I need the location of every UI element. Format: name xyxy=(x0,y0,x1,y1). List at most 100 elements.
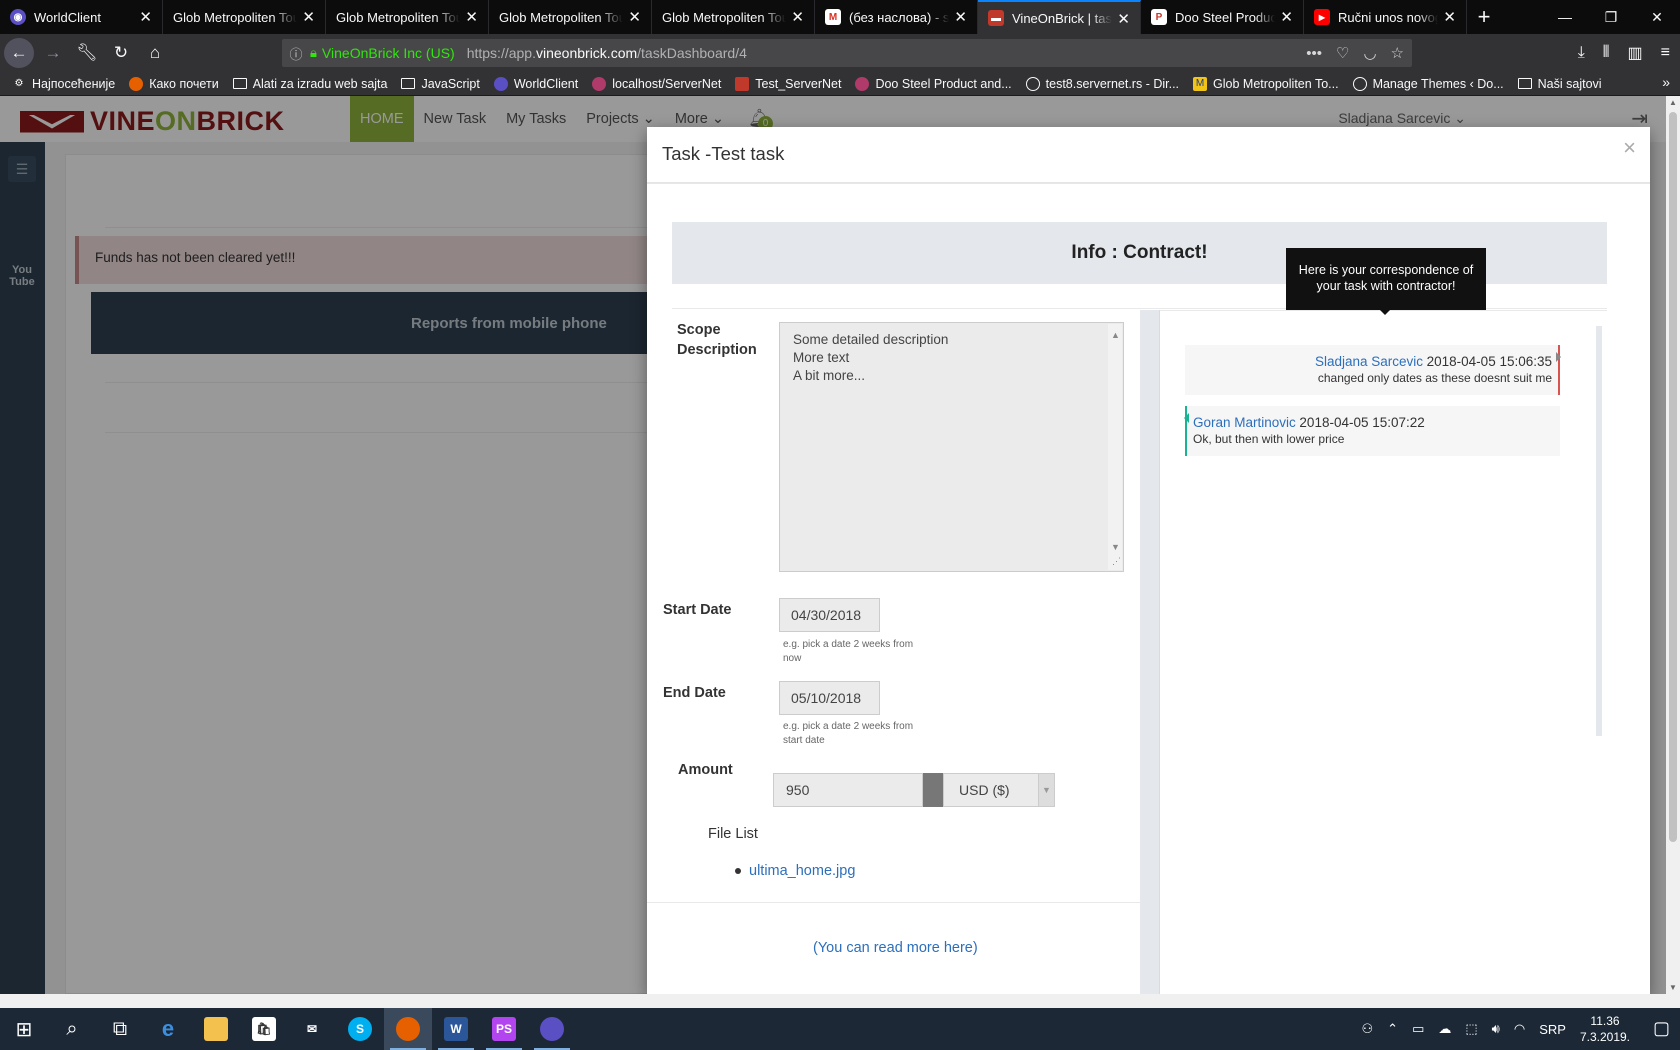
scope-description-textarea[interactable]: Some detailed description More text A bi… xyxy=(779,322,1124,572)
windows-taskbar: ⊞ ⌕ ⧉ e 🛍︎ ✉ S W PS ⚇ ⌃ ▭ ☁ ⬚ 🔊︎ ◠ SRP 1… xyxy=(0,1008,1680,1050)
phpstorm-icon[interactable]: PS xyxy=(480,1008,528,1050)
forward-arrow-icon[interactable]: → xyxy=(36,36,70,70)
restore-icon[interactable]: ❐ xyxy=(1588,0,1634,34)
onedrive-icon[interactable]: ☁ xyxy=(1438,1021,1451,1037)
file-link[interactable]: ultima_home.jpg xyxy=(735,863,855,879)
minimize-icon[interactable]: — xyxy=(1542,0,1588,34)
scrollbar-thumb[interactable] xyxy=(1669,112,1677,842)
bookmark-item[interactable]: Naši sajtovi xyxy=(1517,77,1602,91)
reload-icon[interactable]: ↻ xyxy=(104,36,138,70)
close-tab-icon[interactable]: ✕ xyxy=(628,8,641,26)
firefox-icon[interactable] xyxy=(384,1008,432,1050)
close-tab-icon[interactable]: ✕ xyxy=(1280,8,1293,26)
people-icon[interactable]: ⚇ xyxy=(1362,1021,1374,1037)
resize-grip-icon[interactable]: ⋰ xyxy=(1112,552,1121,570)
browser-nav-bar: ← → 🔧︎ ↻ ⌂ ⓘ 🔒︎ VineOnBrick Inc (US) htt… xyxy=(0,34,1680,72)
correspondence-scrollbar[interactable] xyxy=(1596,326,1602,736)
skype-icon[interactable]: S xyxy=(336,1008,384,1050)
back-arrow-icon[interactable]: ← xyxy=(4,38,34,68)
clock[interactable]: 11.36 7.3.2019. xyxy=(1580,1013,1630,1045)
windows-start-icon[interactable]: ⊞ xyxy=(0,1008,48,1050)
info-icon[interactable]: ⓘ xyxy=(282,44,310,63)
close-tab-icon[interactable]: ✕ xyxy=(139,8,152,26)
browser-tab[interactable]: M (без наслова) - sladjana ✕ xyxy=(815,0,978,34)
bookmark-item[interactable]: Како почети xyxy=(129,76,219,91)
browser-tab[interactable]: Glob Metropoliten Tours ✕ xyxy=(652,0,815,34)
steel-icon: P xyxy=(1151,9,1167,25)
wifi-icon[interactable]: ◠ xyxy=(1514,1021,1525,1037)
bookmark-item[interactable]: M Glob Metropoliten To... xyxy=(1193,76,1339,91)
browser-tab[interactable]: P Doo Steel Product and ✕ xyxy=(1141,0,1304,34)
close-tab-icon[interactable]: ✕ xyxy=(954,8,967,26)
sidebar-toggle-icon[interactable]: ▥ xyxy=(1628,43,1643,63)
bookmark-item[interactable]: JavaScript xyxy=(401,77,480,91)
bookmark-item[interactable]: Manage Themes ‹ Do... xyxy=(1352,76,1504,91)
file-explorer-icon[interactable] xyxy=(192,1008,240,1050)
folder-icon xyxy=(232,78,247,89)
action-center-icon[interactable]: ▢ xyxy=(1653,1018,1670,1039)
bookmark-star-icon[interactable]: ☆ xyxy=(1391,44,1404,62)
chevron-up-icon[interactable]: ▲ xyxy=(1111,326,1120,344)
currency-select[interactable]: USD ($) ▼ xyxy=(943,773,1055,807)
bookmarks-overflow-icon[interactable]: » xyxy=(1662,74,1670,90)
file-list-label: File List xyxy=(708,826,758,842)
bookmark-item[interactable]: ⚙ Најпосећеније xyxy=(12,77,116,91)
bookmark-item[interactable]: Doo Steel Product and... xyxy=(855,76,1012,91)
message-author[interactable]: Goran Martinovic xyxy=(1193,415,1296,430)
language-indicator[interactable]: SRP xyxy=(1539,1022,1566,1037)
tab-label: Glob Metropoliten Tours xyxy=(336,9,460,25)
bookmark-item[interactable]: localhost/ServerNet xyxy=(592,76,721,91)
battery-icon[interactable]: ▭ xyxy=(1412,1021,1424,1037)
bookmark-item[interactable]: Test_ServerNet xyxy=(735,76,841,91)
bookmark-item[interactable]: WorldClient xyxy=(493,76,578,91)
pocket-icon[interactable]: ◡ xyxy=(1363,44,1376,62)
chevron-up-icon[interactable]: ⌃ xyxy=(1387,1021,1398,1037)
browser-tab[interactable]: Glob Metropoliten Tours ✕ xyxy=(489,0,652,34)
read-more-link[interactable]: (You can read more here) xyxy=(813,940,978,956)
home-icon[interactable]: ⌂ xyxy=(138,36,172,70)
more-actions-icon[interactable]: ••• xyxy=(1306,45,1322,62)
amount-separator xyxy=(923,773,943,807)
browser-tab-active[interactable]: ▬ VineOnBrick | taskDashboard ✕ xyxy=(978,0,1141,34)
browser-tab[interactable]: ▶ Ručni unos novog ✕ xyxy=(1304,0,1467,34)
start-date-input[interactable]: 04/30/2018 xyxy=(779,598,880,632)
bookmark-item[interactable]: test8.servernet.rs - Dir... xyxy=(1025,76,1179,91)
edge-icon[interactable]: e xyxy=(144,1008,192,1050)
network-icon[interactable]: ⬚ xyxy=(1465,1021,1477,1037)
page-horizontal-scrollbar[interactable] xyxy=(0,994,1680,1008)
scroll-up-icon[interactable]: ▲ xyxy=(1669,98,1677,107)
folder-icon xyxy=(1517,78,1532,89)
close-tab-icon[interactable]: ✕ xyxy=(465,8,478,26)
close-window-icon[interactable]: ✕ xyxy=(1634,0,1680,34)
close-modal-button[interactable]: × xyxy=(1623,135,1636,161)
word-icon[interactable]: W xyxy=(432,1008,480,1050)
download-icon[interactable]: ⤓ xyxy=(1578,44,1585,62)
close-tab-icon[interactable]: ✕ xyxy=(302,8,315,26)
end-date-input[interactable]: 05/10/2018 xyxy=(779,681,880,715)
task-view-icon[interactable]: ⧉ xyxy=(96,1008,144,1050)
store-icon[interactable]: 🛍︎ xyxy=(240,1008,288,1050)
scroll-down-icon[interactable]: ▼ xyxy=(1669,983,1677,992)
new-tab-button[interactable]: + xyxy=(1467,0,1501,34)
browser-tab[interactable]: Glob Metropoliten Tours ✕ xyxy=(326,0,489,34)
library-icon[interactable]: ⫴ xyxy=(1603,44,1610,62)
message-author[interactable]: Sladjana Sarcevic xyxy=(1315,354,1423,369)
mail-icon[interactable]: ✉ xyxy=(288,1008,336,1050)
textarea-scrollbar[interactable]: ▲ ▼ xyxy=(1108,324,1122,570)
amount-input[interactable]: 950 xyxy=(773,773,923,807)
close-tab-icon[interactable]: ✕ xyxy=(1443,8,1456,26)
browser-tab[interactable]: ◉ WorldClient ✕ xyxy=(0,0,163,34)
wrench-icon[interactable]: 🔧︎ xyxy=(70,36,104,70)
lightbulb-icon[interactable]: ♡ xyxy=(1336,44,1349,62)
bookmark-item[interactable]: Alati za izradu web sajta xyxy=(232,77,387,91)
close-tab-icon[interactable]: ✕ xyxy=(1117,10,1130,28)
search-icon[interactable]: ⌕ xyxy=(48,1008,96,1050)
worldclient-icon[interactable] xyxy=(528,1008,576,1050)
close-tab-icon[interactable]: ✕ xyxy=(791,8,804,26)
browser-tab[interactable]: Glob Metropoliten Tours ✕ xyxy=(163,0,326,34)
address-bar[interactable]: ⓘ 🔒︎ VineOnBrick Inc (US) https://app.vi… xyxy=(282,39,1412,67)
chevron-down-icon: ▼ xyxy=(1038,774,1054,806)
page-vertical-scrollbar[interactable]: ▲ ▼ xyxy=(1666,96,1680,994)
volume-icon[interactable]: 🔊︎ xyxy=(1492,1021,1500,1037)
hamburger-menu-icon[interactable]: ≡ xyxy=(1661,44,1670,62)
